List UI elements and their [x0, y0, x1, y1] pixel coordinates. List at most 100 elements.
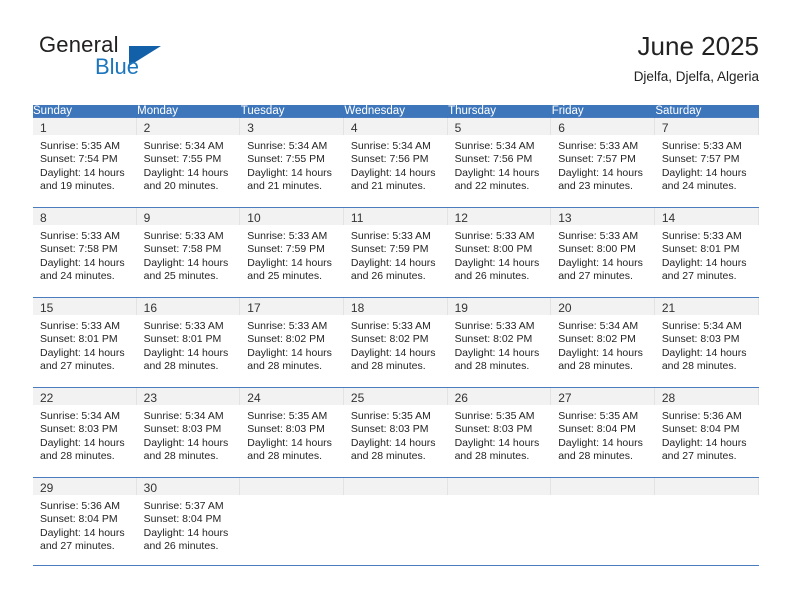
sunrise-time: Sunrise: 5:35 AM: [247, 410, 328, 422]
sunset-time: Sunset: 8:03 PM: [143, 423, 222, 436]
calendar-day-cell[interactable]: 14 Sunrise: 5:33 AM Sunset: 8:01 PM Dayligh…: [654, 207, 759, 298]
day-details: Sunrise: 5:33 AM Sunset: 7:57 PM Daylight:…: [655, 135, 759, 194]
sunrise-time: Sunrise: 5:34 AM: [143, 140, 224, 152]
calendar-day-cell-empty: [343, 477, 448, 566]
calendar-day-cell[interactable]: 22 Sunrise: 5:34 AM Sunset: 8:03 PM Dayligh…: [33, 387, 137, 478]
sunset-time: Sunset: 7:58 PM: [40, 243, 118, 256]
calendar-day-cell[interactable]: 15 Sunrise: 5:33 AM Sunset: 8:01 PM Dayligh…: [33, 297, 137, 388]
calendar-day-cell[interactable]: 28 Sunrise: 5:36 AM Sunset: 8:04 PM Dayligh…: [654, 387, 759, 478]
daylight-duration-line2: and 26 minutes.: [454, 270, 530, 283]
day-number: 24: [240, 388, 344, 405]
calendar-day-cell[interactable]: 24 Sunrise: 5:35 AM Sunset: 8:03 PM Dayligh…: [240, 387, 344, 478]
calendar-day-cell[interactable]: 7 Sunrise: 5:33 AM Sunset: 7:57 PM Daylight…: [654, 117, 759, 208]
calendar-day-cell[interactable]: 10 Sunrise: 5:33 AM Sunset: 7:59 PM Dayligh…: [240, 207, 344, 298]
day-details: Sunrise: 5:36 AM Sunset: 8:04 PM Daylight:…: [33, 495, 137, 554]
daylight-duration-line2: and 27 minutes.: [558, 270, 633, 283]
calendar-day-cell-empty: [240, 477, 344, 566]
sunrise-time: Sunrise: 5:33 AM: [350, 320, 431, 332]
calendar-day-cell[interactable]: 20 Sunrise: 5:34 AM Sunset: 8:02 PM Dayligh…: [551, 297, 655, 388]
daylight-duration-line2: and 26 minutes.: [350, 270, 426, 283]
calendar-day-cell[interactable]: 11 Sunrise: 5:33 AM Sunset: 7:59 PM Dayligh…: [343, 207, 448, 298]
calendar-week-row: 22 Sunrise: 5:34 AM Sunset: 8:03 PM Dayligh…: [33, 387, 759, 478]
calendar-day-cell[interactable]: 21 Sunrise: 5:34 AM Sunset: 8:03 PM Dayligh…: [654, 297, 759, 388]
calendar-day-cell[interactable]: 13 Sunrise: 5:33 AM Sunset: 8:00 PM Dayligh…: [551, 207, 655, 298]
daylight-duration-line1: Daylight: 14 hours: [40, 526, 125, 539]
sunset-time: Sunset: 7:59 PM: [350, 243, 429, 256]
day-number: 7: [654, 118, 759, 135]
day-number: 5: [447, 118, 552, 135]
calendar-day-cell[interactable]: 25 Sunrise: 5:35 AM Sunset: 8:03 PM Dayligh…: [343, 387, 448, 478]
sunrise-time: Sunrise: 5:33 AM: [454, 230, 535, 242]
calendar-day-cell[interactable]: 5 Sunrise: 5:34 AM Sunset: 7:56 PM Daylight…: [447, 117, 552, 208]
day-details: Sunrise: 5:33 AM Sunset: 8:02 PM Daylight:…: [240, 315, 344, 374]
day-number: 8: [33, 208, 137, 225]
daylight-duration-line2: and 21 minutes.: [350, 180, 426, 193]
day-details: Sunrise: 5:33 AM Sunset: 8:01 PM Daylight:…: [33, 315, 137, 374]
daylight-duration-line1: Daylight: 14 hours: [558, 436, 643, 449]
sunrise-time: Sunrise: 5:34 AM: [40, 410, 120, 422]
daylight-duration-line2: and 23 minutes.: [558, 180, 633, 193]
sunset-time: Sunset: 7:57 PM: [661, 153, 740, 166]
day-number: 16: [136, 298, 241, 315]
calendar-day-cell[interactable]: 19 Sunrise: 5:33 AM Sunset: 8:02 PM Dayligh…: [447, 297, 552, 388]
daylight-duration-line1: Daylight: 14 hours: [143, 346, 229, 359]
day-number: [447, 478, 552, 495]
day-details: Sunrise: 5:34 AM Sunset: 7:56 PM Daylight:…: [448, 135, 552, 194]
day-number: 19: [447, 298, 552, 315]
sunrise-time: Sunrise: 5:33 AM: [350, 230, 431, 242]
calendar-day-cell[interactable]: 12 Sunrise: 5:33 AM Sunset: 8:00 PM Dayligh…: [447, 207, 552, 298]
daylight-duration-line1: Daylight: 14 hours: [40, 436, 125, 449]
daylight-duration-line1: Daylight: 14 hours: [661, 346, 747, 359]
sunset-time: Sunset: 8:03 PM: [454, 423, 533, 436]
daylight-duration-line1: Daylight: 14 hours: [558, 166, 643, 179]
daylight-duration-line2: and 24 minutes.: [40, 270, 115, 283]
sunset-time: Sunset: 7:56 PM: [454, 153, 533, 166]
calendar-day-cell[interactable]: 26 Sunrise: 5:35 AM Sunset: 8:03 PM Dayligh…: [447, 387, 552, 478]
calendar-day-cell[interactable]: 9 Sunrise: 5:33 AM Sunset: 7:58 PM Daylight…: [136, 207, 241, 298]
calendar-day-cell[interactable]: 1 Sunrise: 5:35 AM Sunset: 7:54 PM Daylight…: [33, 117, 137, 208]
sunset-time: Sunset: 7:59 PM: [247, 243, 325, 256]
day-number: 17: [240, 298, 344, 315]
day-details: Sunrise: 5:34 AM Sunset: 7:55 PM Daylight:…: [137, 135, 241, 194]
calendar-day-cell[interactable]: 18 Sunrise: 5:33 AM Sunset: 8:02 PM Dayligh…: [343, 297, 448, 388]
calendar-day-cell-empty: [551, 477, 655, 566]
daylight-duration-line2: and 28 minutes.: [40, 450, 115, 463]
day-details: Sunrise: 5:34 AM Sunset: 8:03 PM Daylight:…: [137, 405, 241, 464]
day-details: Sunrise: 5:35 AM Sunset: 8:03 PM Daylight:…: [240, 405, 344, 464]
calendar-day-cell[interactable]: 6 Sunrise: 5:33 AM Sunset: 7:57 PM Daylight…: [551, 117, 655, 208]
sunset-time: Sunset: 8:03 PM: [661, 333, 740, 346]
calendar-day-cell[interactable]: 16 Sunrise: 5:33 AM Sunset: 8:01 PM Dayligh…: [136, 297, 241, 388]
day-number: 11: [343, 208, 448, 225]
calendar-day-cell[interactable]: 23 Sunrise: 5:34 AM Sunset: 8:03 PM Dayligh…: [136, 387, 241, 478]
sunrise-time: Sunrise: 5:37 AM: [143, 500, 224, 512]
daylight-duration-line1: Daylight: 14 hours: [558, 346, 643, 359]
day-details: Sunrise: 5:33 AM Sunset: 8:00 PM Daylight:…: [551, 225, 655, 284]
sunrise-time: Sunrise: 5:33 AM: [40, 320, 120, 332]
daylight-duration-line2: and 28 minutes.: [661, 360, 737, 373]
day-details: Sunrise: 5:33 AM Sunset: 7:59 PM Daylight:…: [344, 225, 448, 284]
calendar-day-cell[interactable]: 3 Sunrise: 5:34 AM Sunset: 7:55 PM Daylight…: [240, 117, 344, 208]
calendar-day-cell[interactable]: 2 Sunrise: 5:34 AM Sunset: 7:55 PM Daylight…: [136, 117, 241, 208]
day-number: 10: [240, 208, 344, 225]
daylight-duration-line1: Daylight: 14 hours: [247, 346, 332, 359]
weekday-header-monday: Monday: [136, 105, 241, 118]
calendar-day-cell[interactable]: 17 Sunrise: 5:33 AM Sunset: 8:02 PM Dayligh…: [240, 297, 344, 388]
day-number: 6: [551, 118, 655, 135]
general-blue-logo[interactable]: General Blue: [33, 30, 253, 88]
calendar-day-cell[interactable]: 4 Sunrise: 5:34 AM Sunset: 7:56 PM Daylight…: [343, 117, 448, 208]
daylight-duration-line2: and 28 minutes.: [558, 360, 633, 373]
day-number: [551, 478, 655, 495]
title-block: June 2025 Djelfa, Djelfa, Algeria: [634, 30, 759, 87]
calendar-day-cell[interactable]: 30 Sunrise: 5:37 AM Sunset: 8:04 PM Dayligh…: [136, 477, 241, 566]
calendar-day-cell[interactable]: 8 Sunrise: 5:33 AM Sunset: 7:58 PM Daylight…: [33, 207, 137, 298]
calendar-day-cell[interactable]: 27 Sunrise: 5:35 AM Sunset: 8:04 PM Dayligh…: [551, 387, 655, 478]
daylight-duration-line2: and 27 minutes.: [40, 540, 115, 553]
sunrise-time: Sunrise: 5:35 AM: [454, 410, 535, 422]
day-number: 18: [343, 298, 448, 315]
sunrise-time: Sunrise: 5:36 AM: [661, 410, 742, 422]
calendar-day-cell[interactable]: 29 Sunrise: 5:36 AM Sunset: 8:04 PM Dayligh…: [33, 477, 137, 566]
day-number: 4: [343, 118, 448, 135]
day-details: Sunrise: 5:33 AM Sunset: 8:01 PM Daylight:…: [137, 315, 241, 374]
sunset-time: Sunset: 8:00 PM: [454, 243, 533, 256]
daylight-duration-line1: Daylight: 14 hours: [247, 436, 332, 449]
